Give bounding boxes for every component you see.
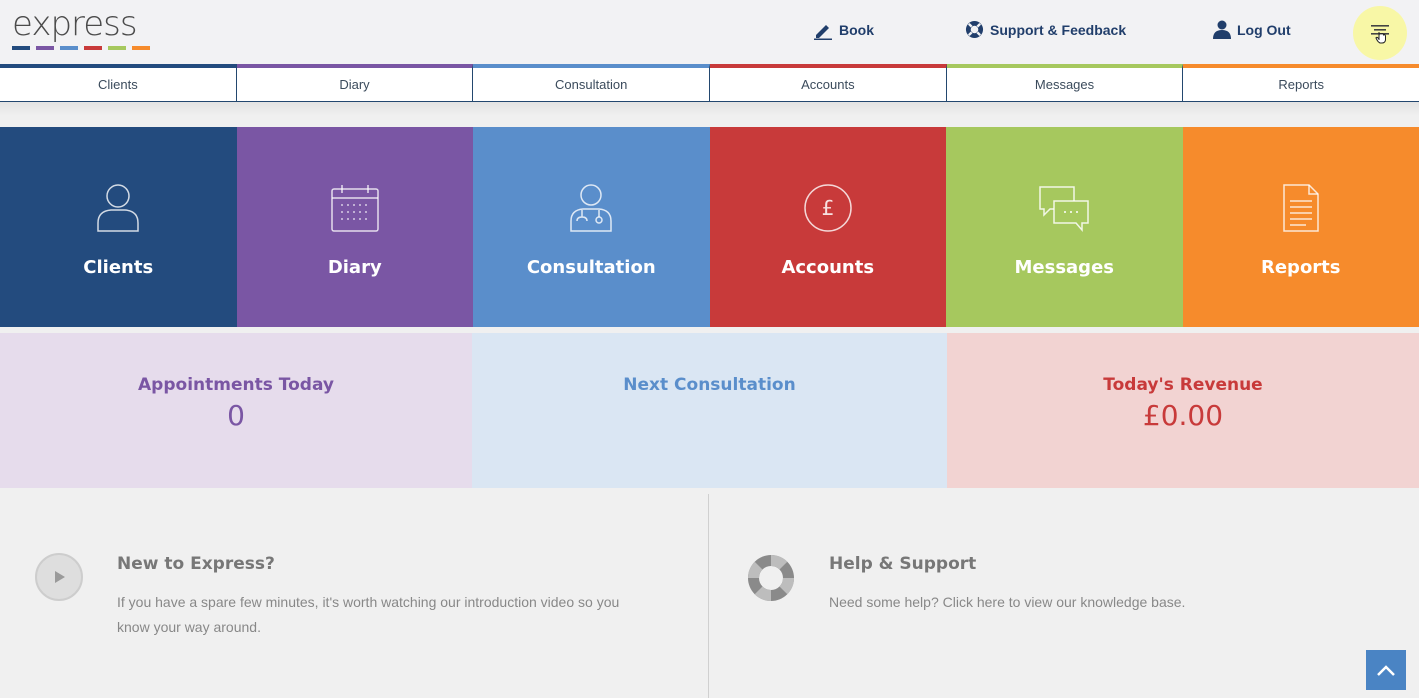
nav-tab-diary[interactable]: Diary	[236, 64, 474, 102]
user-icon	[1213, 20, 1231, 39]
next-consultation-panel[interactable]: Next Consultation	[472, 333, 947, 488]
module-tiles: Clients Diary Consultation £ Accounts Me…	[0, 127, 1419, 327]
menu-button[interactable]	[1353, 6, 1407, 60]
scroll-to-top-button[interactable]	[1366, 650, 1406, 690]
hamburger-icon	[1371, 25, 1389, 44]
nav-tab-clients[interactable]: Clients	[0, 64, 237, 102]
logout-link[interactable]: Log Out	[1213, 20, 1291, 39]
header: express Book Support & Feedback Log Out	[0, 0, 1419, 64]
nav-tab-accounts[interactable]: Accounts	[710, 64, 947, 102]
tile-label-reports: Reports	[1260, 257, 1341, 278]
user-icon	[91, 181, 145, 235]
book-label: Book	[839, 22, 874, 38]
intro-video-panel[interactable]: New to Express? If you have a spare few …	[0, 494, 709, 698]
doctor-icon	[564, 181, 618, 235]
svg-text:£: £	[821, 196, 834, 220]
document-icon	[1274, 181, 1328, 235]
tile-reports[interactable]: Reports	[1182, 127, 1419, 327]
help-title: Help & Support	[829, 554, 977, 574]
logo-text: express	[12, 4, 138, 44]
info-row: New to Express? If you have a spare few …	[0, 494, 1419, 698]
nav-tab-messages[interactable]: Messages	[946, 64, 1184, 102]
tile-label-accounts: Accounts	[781, 257, 875, 278]
tile-label-clients: Clients	[83, 257, 154, 278]
appointments-today-title: Appointments Today	[138, 375, 334, 395]
tile-messages[interactable]: Messages	[946, 127, 1183, 327]
intro-title: New to Express?	[117, 554, 275, 574]
next-consultation-title: Next Consultation	[623, 375, 796, 395]
intro-text: If you have a spare few minutes, it's wo…	[117, 594, 620, 635]
chevron-up-icon	[1377, 665, 1395, 676]
play-icon[interactable]	[35, 553, 83, 601]
nav-shadow	[0, 102, 1419, 116]
tile-label-messages: Messages	[1014, 257, 1114, 278]
chat-icon	[1037, 181, 1091, 235]
pencil-icon	[814, 25, 832, 40]
help-support-panel[interactable]: Help & Support Need some help? Click her…	[709, 494, 1419, 698]
appointments-today-value: 0	[227, 399, 245, 432]
appointments-today-panel[interactable]: Appointments Today 0	[0, 333, 472, 488]
tile-clients[interactable]: Clients	[0, 127, 237, 327]
lifebuoy-icon	[965, 20, 984, 39]
logo-color-bars	[12, 46, 150, 50]
lifebuoy-icon	[746, 553, 796, 608]
todays-revenue-panel[interactable]: Today's Revenue £0.00	[947, 333, 1419, 488]
tile-diary[interactable]: Diary	[236, 127, 473, 327]
tile-label-diary: Diary	[327, 257, 382, 278]
tile-label-consultation: Consultation	[526, 257, 656, 278]
todays-revenue-value: £0.00	[1142, 399, 1224, 432]
nav-tab-reports[interactable]: Reports	[1183, 64, 1419, 102]
tile-accounts[interactable]: £ Accounts	[709, 127, 946, 327]
stats-row: Appointments Today 0 Next Consultation T…	[0, 333, 1419, 488]
help-text: Need some help? Click here to view our k…	[829, 594, 1186, 610]
support-feedback-link[interactable]: Support & Feedback	[965, 20, 1126, 39]
book-link[interactable]: Book	[813, 20, 874, 40]
support-label: Support & Feedback	[990, 21, 1127, 38]
logo[interactable]: express	[12, 6, 154, 52]
calendar-icon	[328, 181, 382, 235]
todays-revenue-title: Today's Revenue	[1103, 375, 1263, 395]
logout-label: Log Out	[1237, 21, 1291, 38]
main-nav: Clients Diary Consultation Accounts Mess…	[0, 64, 1419, 102]
pound-icon: £	[801, 181, 855, 235]
nav-tab-consultation[interactable]: Consultation	[473, 64, 711, 102]
tile-consultation[interactable]: Consultation	[473, 127, 710, 327]
